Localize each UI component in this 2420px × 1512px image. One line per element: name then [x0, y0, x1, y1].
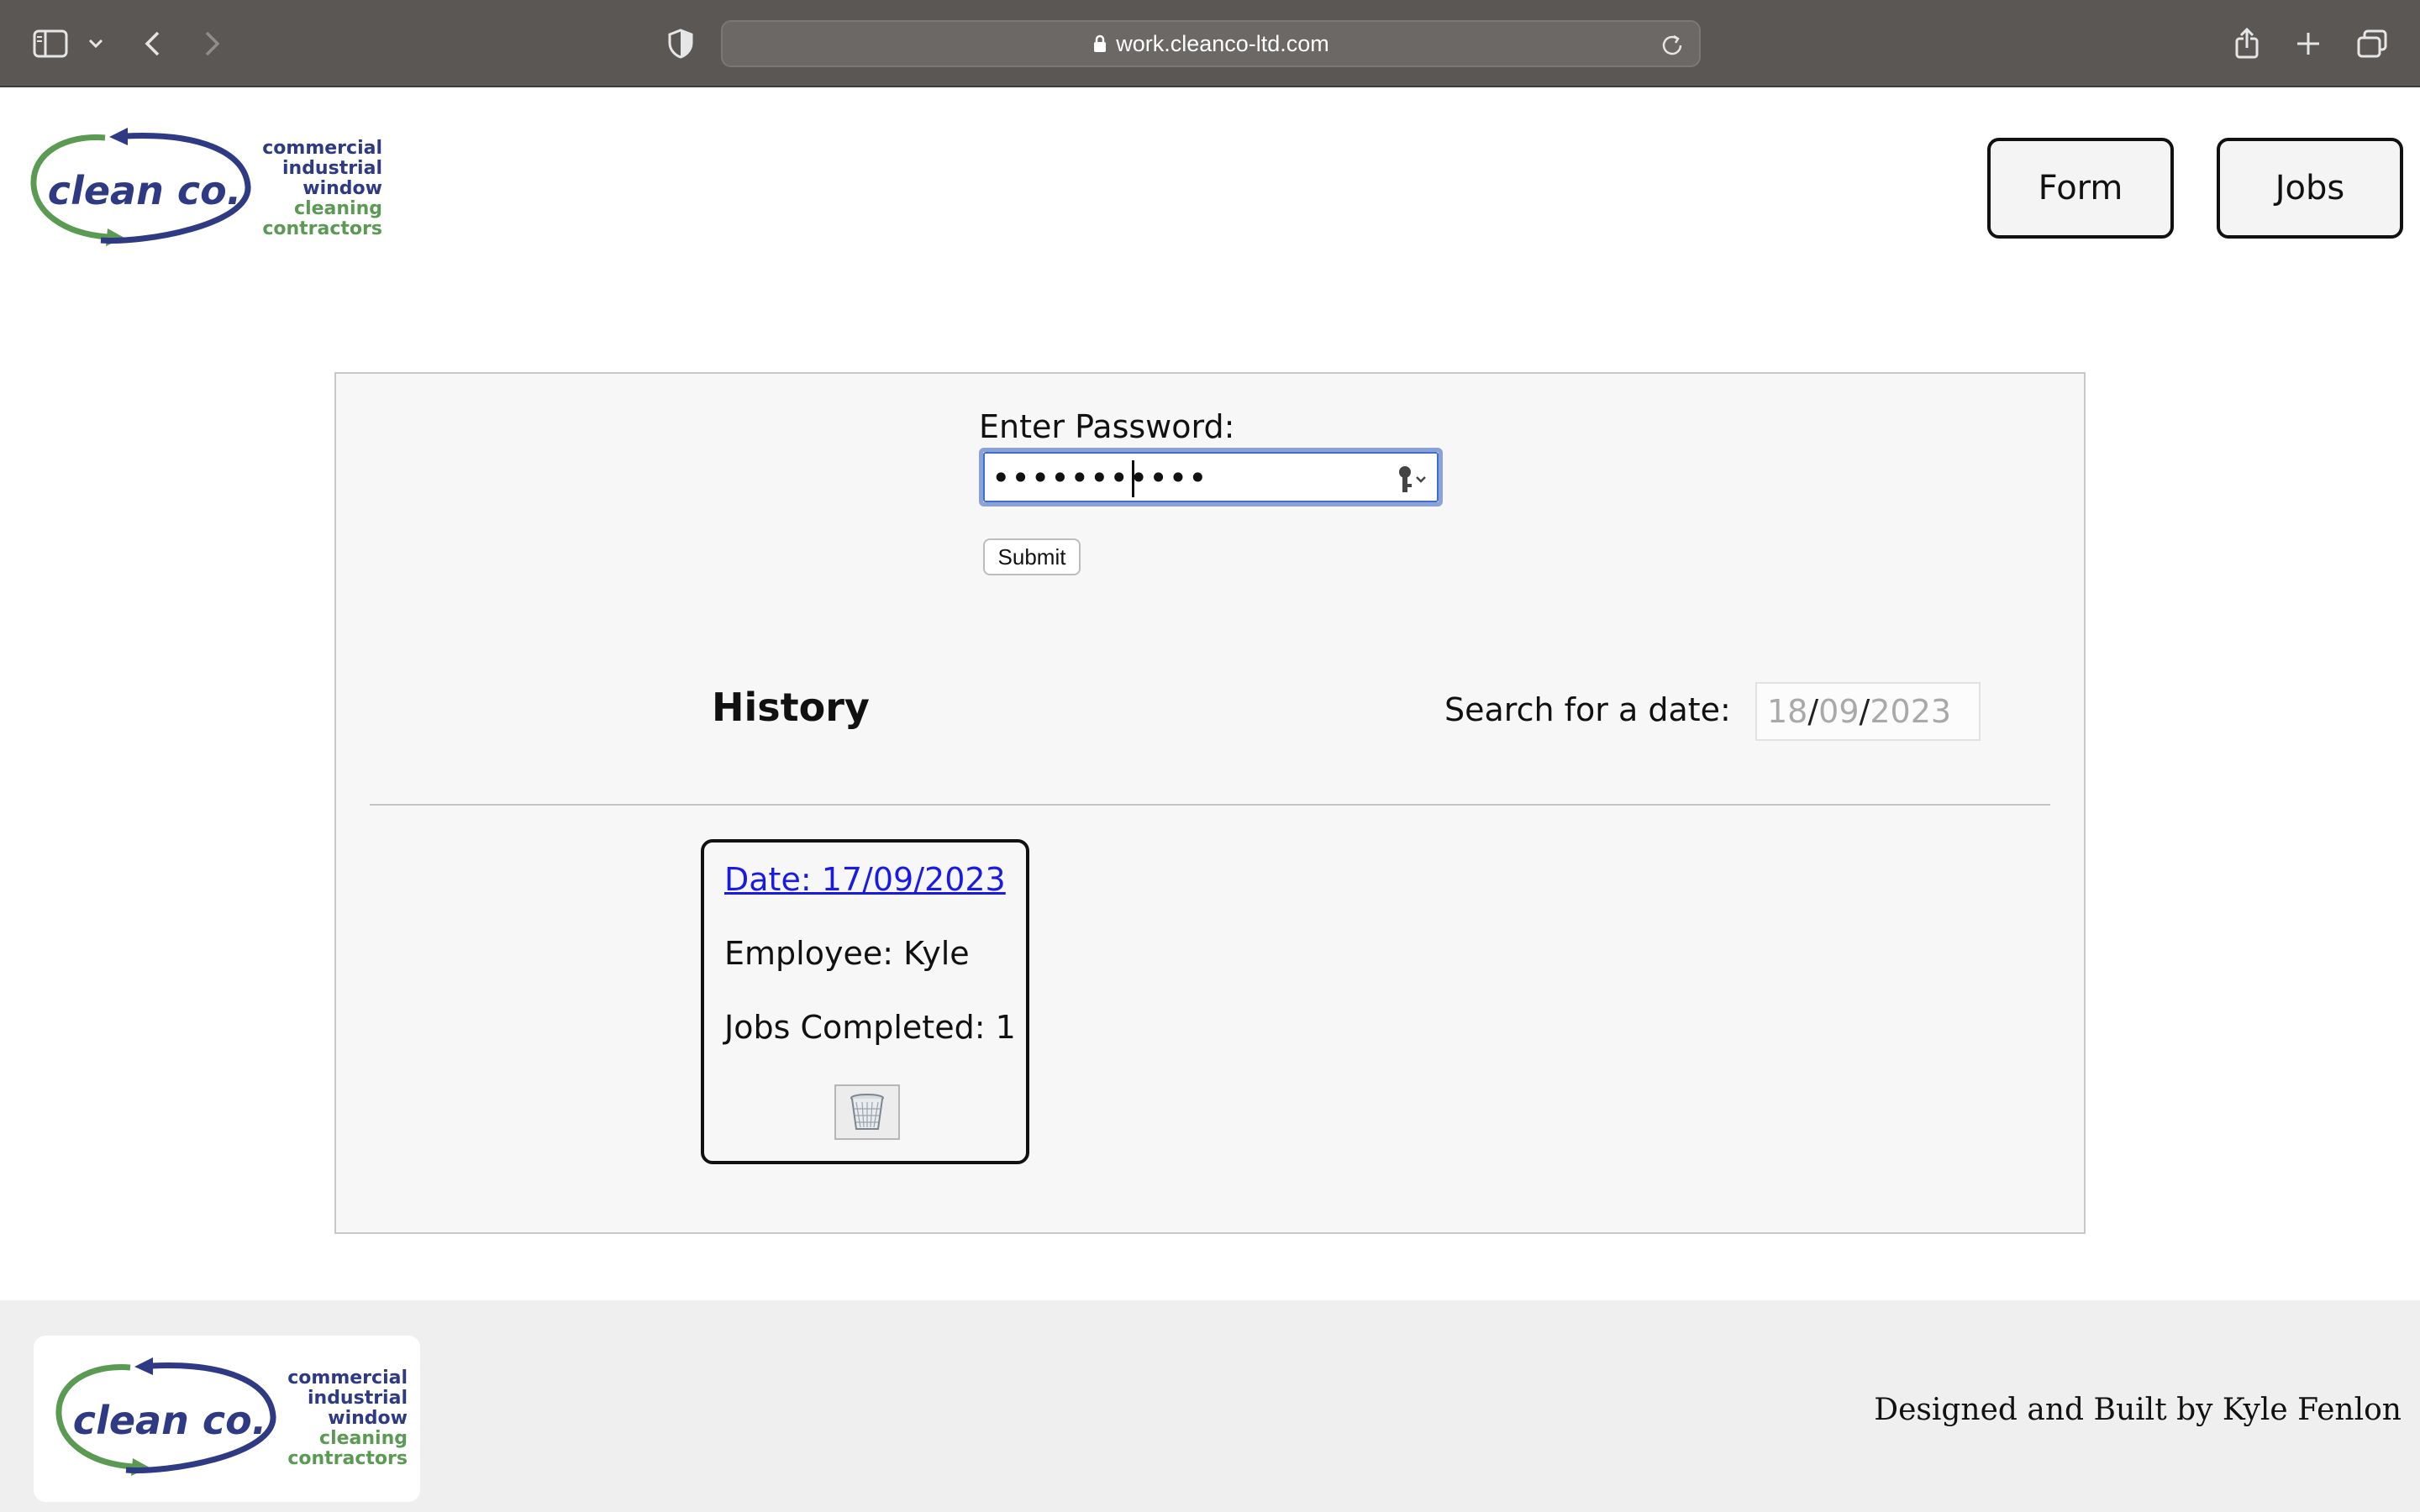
card-jobs-completed: Jobs Completed: 1: [724, 1009, 1016, 1046]
sidebar-icon: [33, 29, 68, 58]
forward-icon: [205, 31, 220, 56]
new-tab-button[interactable]: [2283, 18, 2333, 69]
lock-icon: [1094, 34, 1107, 52]
plus-icon: [2297, 33, 2319, 55]
logo-tagline-line: window: [302, 178, 382, 199]
share-button[interactable]: [2222, 18, 2272, 69]
form-nav-button[interactable]: Form: [1987, 138, 2174, 239]
password-label: Enter Password:: [979, 408, 1235, 445]
logo-tagline-line: commercial: [262, 138, 382, 159]
date-search-input[interactable]: 18/09/2023: [1755, 682, 1981, 741]
date-month[interactable]: 09: [1818, 693, 1859, 730]
card-date-link[interactable]: Date: 17/09/2023: [724, 861, 1006, 898]
date-year[interactable]: 2023: [1870, 693, 1951, 730]
card-employee: Employee: Kyle: [724, 935, 970, 972]
logo-wordmark: clean co.: [48, 168, 241, 213]
password-input[interactable]: •••••••••••: [979, 448, 1443, 507]
logo-tagline-line: contractors: [262, 218, 382, 239]
privacy-button[interactable]: [655, 18, 706, 69]
reload-icon[interactable]: [1659, 32, 1686, 59]
browser-toolbar: work.cleanco-ltd.com: [0, 0, 2420, 87]
chevron-down-icon: [88, 39, 103, 49]
sidebar-menu-button[interactable]: [71, 18, 121, 69]
logo-tagline-line: contractors: [287, 1448, 408, 1469]
delete-button[interactable]: [834, 1084, 900, 1140]
forward-button[interactable]: [187, 18, 237, 69]
key-icon[interactable]: [1393, 462, 1428, 497]
tab-overview-button[interactable]: [2347, 18, 2397, 69]
shield-icon: [668, 29, 693, 59]
sidebar-toggle-button[interactable]: [25, 18, 76, 69]
share-icon: [2235, 28, 2259, 59]
history-card: Date: 17/09/2023 Employee: Kyle Jobs Com…: [701, 839, 1029, 1164]
trash-icon: [850, 1094, 884, 1130]
date-search-label: Search for a date:: [1444, 691, 1731, 728]
footer-logo-box: clean co. commercial industrial window c…: [34, 1336, 420, 1502]
logo-tagline-line: cleaning: [294, 198, 382, 219]
footer-credit: Designed and Built by Kyle Fenlon: [1874, 1393, 2402, 1427]
section-divider: [370, 804, 2050, 806]
back-icon: [145, 31, 160, 56]
submit-button[interactable]: Submit: [983, 538, 1081, 575]
back-button[interactable]: [128, 18, 178, 69]
logo-tagline-line: industrial: [282, 158, 382, 179]
password-value: •••••••••••: [992, 459, 1208, 496]
logo-tagline-line: industrial: [308, 1388, 408, 1409]
logo-tagline-line: commercial: [287, 1368, 408, 1389]
text-caret: [1132, 460, 1134, 497]
cleanco-logo[interactable]: clean co. commercial industrial window c…: [17, 126, 387, 252]
logo-wordmark: clean co.: [73, 1398, 266, 1443]
url-text: work.cleanco-ltd.com: [1116, 30, 1329, 56]
date-day[interactable]: 18: [1767, 693, 1807, 730]
tabs-icon: [2357, 29, 2387, 58]
history-heading: History: [712, 685, 870, 730]
logo-tagline-line: window: [328, 1408, 408, 1429]
cleanco-logo-footer[interactable]: clean co. commercial industrial window c…: [42, 1356, 412, 1482]
jobs-nav-button[interactable]: Jobs: [2217, 138, 2403, 239]
address-bar[interactable]: work.cleanco-ltd.com: [721, 20, 1701, 67]
logo-tagline-line: cleaning: [319, 1428, 408, 1449]
